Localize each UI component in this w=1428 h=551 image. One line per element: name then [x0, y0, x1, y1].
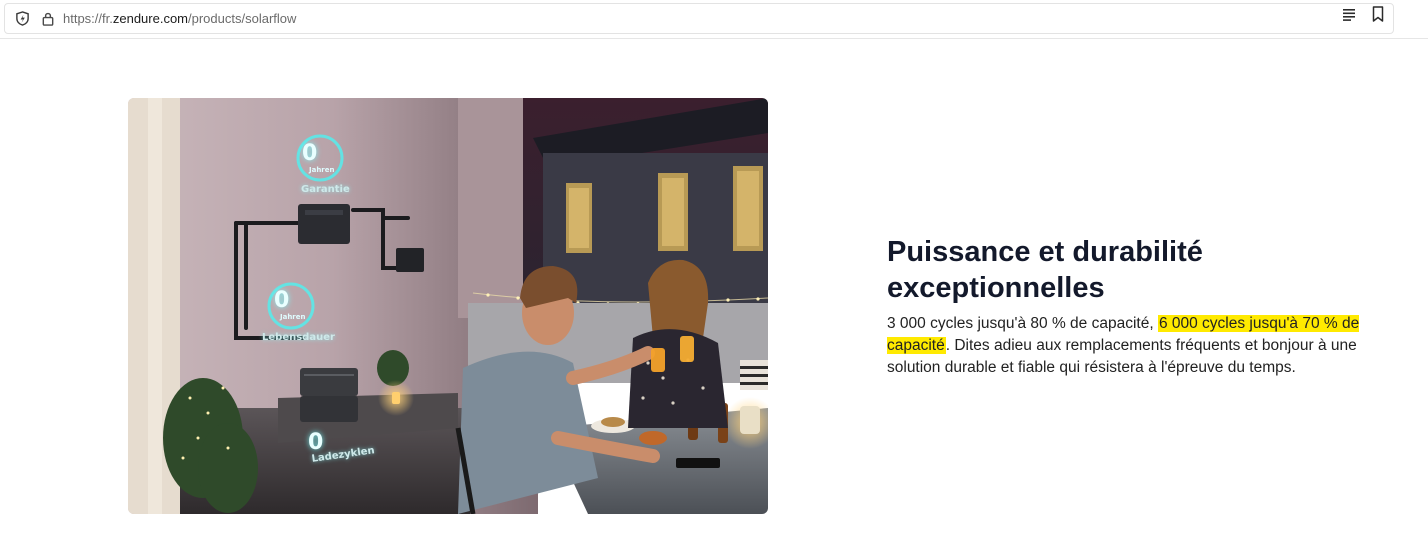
- garantie-ring-unit: Jahren: [309, 166, 335, 174]
- browser-toolbar: https://fr.zendure.com/products/solarflo…: [0, 0, 1428, 39]
- hero-illustration: [128, 98, 768, 514]
- address-bar[interactable]: https://fr.zendure.com/products/solarflo…: [4, 3, 1394, 34]
- url-prefix: https://fr.: [63, 11, 113, 26]
- url-path: /products/solarflow: [188, 11, 297, 26]
- section-description: 3 000 cycles jusqu'à 80 % de capacité, 6…: [887, 313, 1387, 379]
- reader-view-icon[interactable]: [1342, 8, 1356, 21]
- garantie-ring-number: 0: [302, 141, 318, 166]
- ladezyklen-number: 0: [308, 430, 324, 455]
- lebensdauer-label: Lebensdauer: [262, 332, 335, 343]
- bookmark-icon[interactable]: [1372, 6, 1384, 22]
- description-text-start: 3 000 cycles jusqu'à 80 % de capacité,: [887, 315, 1158, 332]
- shield-icon[interactable]: [15, 11, 30, 26]
- url-text[interactable]: https://fr.zendure.com/products/solarflo…: [63, 10, 296, 27]
- lock-icon[interactable]: [41, 11, 55, 26]
- lebensdauer-ring-unit: Jahren: [280, 313, 306, 321]
- section-heading: Puissance et durabilité exceptionnelles: [887, 236, 1203, 304]
- hero-image: 0 Jahren Garantie 0 Jahren Lebensdauer 0…: [128, 98, 768, 514]
- url-domain: zendure.com: [112, 11, 189, 26]
- garantie-label: Garantie: [301, 184, 350, 195]
- lebensdauer-ring-number: 0: [274, 288, 290, 313]
- description-text-end: . Dites adieu aux remplacements fréquent…: [887, 337, 1357, 376]
